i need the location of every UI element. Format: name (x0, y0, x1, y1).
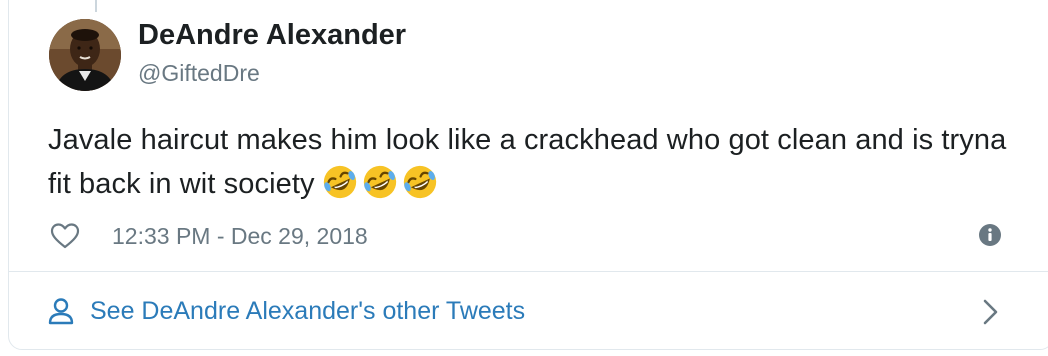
author-name[interactable]: DeAndre Alexander (138, 19, 406, 52)
rofl-emoji-icon (323, 165, 356, 199)
person-icon (48, 298, 74, 325)
see-other-tweets-label: See DeAndre Alexander's other Tweets (90, 296, 526, 325)
chevron-right-icon[interactable] (980, 297, 1002, 327)
info-icon[interactable] (978, 223, 1002, 247)
tweet-meta: 12:33 PM - Dec 29, 2018 (50, 219, 368, 253)
rofl-emoji-icon (403, 165, 436, 199)
emoji-group (321, 163, 441, 214)
tweet-text: Javale haircut makes him look like a cra… (48, 124, 1007, 200)
heart-icon[interactable] (50, 222, 80, 250)
tweet-body: Javale haircut makes him look like a cra… (48, 118, 1028, 214)
thread-line (95, 0, 97, 12)
see-other-tweets-link[interactable]: See DeAndre Alexander's other Tweets (46, 288, 1006, 334)
author-handle[interactable]: @GiftedDre (138, 60, 260, 87)
tweet-timestamp[interactable]: 12:33 PM - Dec 29, 2018 (112, 223, 368, 250)
avatar[interactable] (49, 19, 121, 91)
rofl-emoji-icon (363, 165, 396, 199)
footer-divider (8, 271, 1048, 272)
